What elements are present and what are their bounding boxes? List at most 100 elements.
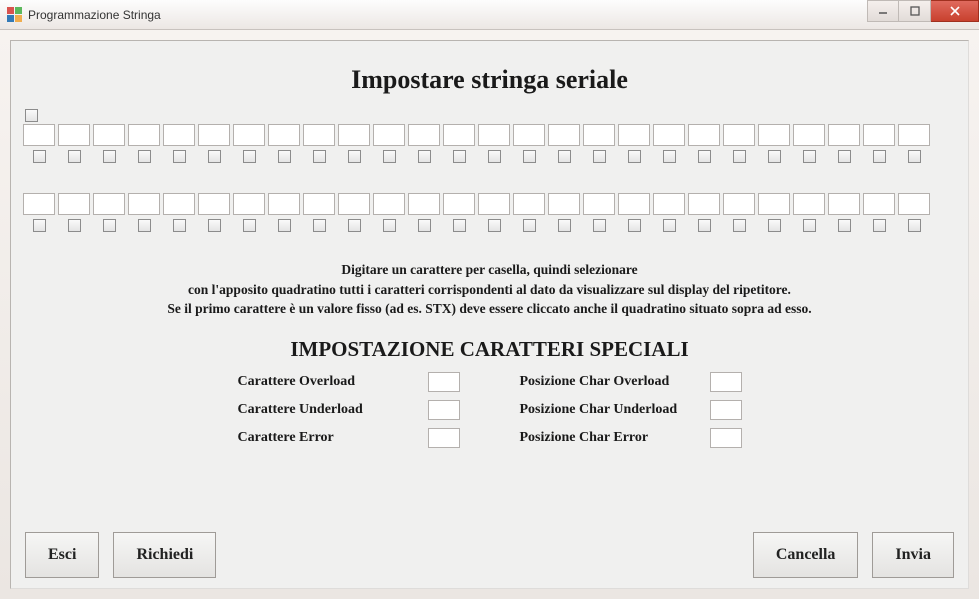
char-input[interactable] [863, 193, 895, 215]
char-select-checkbox[interactable] [173, 219, 186, 232]
char-select-checkbox[interactable] [593, 219, 606, 232]
invia-button[interactable]: Invia [872, 532, 954, 578]
char-select-checkbox[interactable] [383, 219, 396, 232]
char-input[interactable] [443, 124, 475, 146]
char-select-checkbox[interactable] [138, 219, 151, 232]
char-select-checkbox[interactable] [488, 219, 501, 232]
char-select-checkbox[interactable] [278, 219, 291, 232]
char-input[interactable] [233, 124, 265, 146]
char-select-checkbox[interactable] [33, 219, 46, 232]
char-input[interactable] [828, 124, 860, 146]
char-input[interactable] [373, 124, 405, 146]
char-input[interactable] [128, 124, 160, 146]
char-select-checkbox[interactable] [103, 219, 116, 232]
char-input[interactable] [793, 193, 825, 215]
char-select-checkbox[interactable] [138, 150, 151, 163]
special-char-input[interactable] [428, 400, 460, 420]
char-input[interactable] [128, 193, 160, 215]
char-input[interactable] [828, 193, 860, 215]
char-input[interactable] [758, 193, 790, 215]
char-input[interactable] [653, 124, 685, 146]
char-select-checkbox[interactable] [418, 150, 431, 163]
char-select-checkbox[interactable] [313, 150, 326, 163]
char-select-checkbox[interactable] [208, 219, 221, 232]
char-select-checkbox[interactable] [348, 150, 361, 163]
char-select-checkbox[interactable] [838, 219, 851, 232]
char-input[interactable] [58, 124, 90, 146]
char-input[interactable] [898, 124, 930, 146]
char-select-checkbox[interactable] [243, 219, 256, 232]
special-char-input[interactable] [710, 400, 742, 420]
char-select-checkbox[interactable] [103, 150, 116, 163]
char-select-checkbox[interactable] [313, 219, 326, 232]
char-select-checkbox[interactable] [383, 150, 396, 163]
char-input[interactable] [478, 124, 510, 146]
char-select-checkbox[interactable] [33, 150, 46, 163]
char-input[interactable] [688, 193, 720, 215]
char-select-checkbox[interactable] [733, 150, 746, 163]
char-input[interactable] [23, 193, 55, 215]
cancella-button[interactable]: Cancella [753, 532, 859, 578]
char-input[interactable] [58, 193, 90, 215]
char-select-checkbox[interactable] [558, 219, 571, 232]
char-input[interactable] [303, 193, 335, 215]
char-select-checkbox[interactable] [453, 150, 466, 163]
char-input[interactable] [338, 124, 370, 146]
char-input[interactable] [408, 193, 440, 215]
char-select-checkbox[interactable] [908, 219, 921, 232]
char-select-checkbox[interactable] [68, 219, 81, 232]
char-input[interactable] [198, 193, 230, 215]
char-input[interactable] [478, 193, 510, 215]
richiedi-button[interactable]: Richiedi [113, 532, 216, 578]
char-select-checkbox[interactable] [873, 150, 886, 163]
char-input[interactable] [863, 124, 895, 146]
char-select-checkbox[interactable] [628, 150, 641, 163]
char-input[interactable] [513, 193, 545, 215]
char-input[interactable] [898, 193, 930, 215]
char-select-checkbox[interactable] [838, 150, 851, 163]
char-input[interactable] [23, 124, 55, 146]
char-select-checkbox[interactable] [663, 150, 676, 163]
char-input[interactable] [758, 124, 790, 146]
minimize-button[interactable] [867, 0, 899, 22]
char-select-checkbox[interactable] [908, 150, 921, 163]
char-select-checkbox[interactable] [873, 219, 886, 232]
esci-button[interactable]: Esci [25, 532, 99, 578]
special-char-input[interactable] [428, 372, 460, 392]
char-input[interactable] [793, 124, 825, 146]
char-input[interactable] [163, 193, 195, 215]
char-input[interactable] [93, 193, 125, 215]
char-select-checkbox[interactable] [768, 150, 781, 163]
char-input[interactable] [618, 193, 650, 215]
char-select-checkbox[interactable] [173, 150, 186, 163]
special-char-input[interactable] [428, 428, 460, 448]
char-input[interactable] [513, 124, 545, 146]
char-select-checkbox[interactable] [803, 219, 816, 232]
char-input[interactable] [583, 124, 615, 146]
char-select-checkbox[interactable] [488, 150, 501, 163]
char-input[interactable] [583, 193, 615, 215]
char-select-checkbox[interactable] [628, 219, 641, 232]
char-input[interactable] [408, 124, 440, 146]
char-select-checkbox[interactable] [663, 219, 676, 232]
char-input[interactable] [443, 193, 475, 215]
char-select-checkbox[interactable] [523, 219, 536, 232]
char-select-checkbox[interactable] [418, 219, 431, 232]
maximize-button[interactable] [899, 0, 931, 22]
char-input[interactable] [93, 124, 125, 146]
char-select-checkbox[interactable] [698, 150, 711, 163]
char-select-checkbox[interactable] [593, 150, 606, 163]
char-input[interactable] [338, 193, 370, 215]
char-select-checkbox[interactable] [243, 150, 256, 163]
char-select-checkbox[interactable] [803, 150, 816, 163]
char-select-checkbox[interactable] [698, 219, 711, 232]
char-input[interactable] [723, 124, 755, 146]
char-select-checkbox[interactable] [208, 150, 221, 163]
char-select-checkbox[interactable] [68, 150, 81, 163]
char-select-checkbox[interactable] [768, 219, 781, 232]
char-input[interactable] [233, 193, 265, 215]
close-button[interactable] [931, 0, 979, 22]
char-input[interactable] [688, 124, 720, 146]
char-input[interactable] [303, 124, 335, 146]
char-input[interactable] [723, 193, 755, 215]
